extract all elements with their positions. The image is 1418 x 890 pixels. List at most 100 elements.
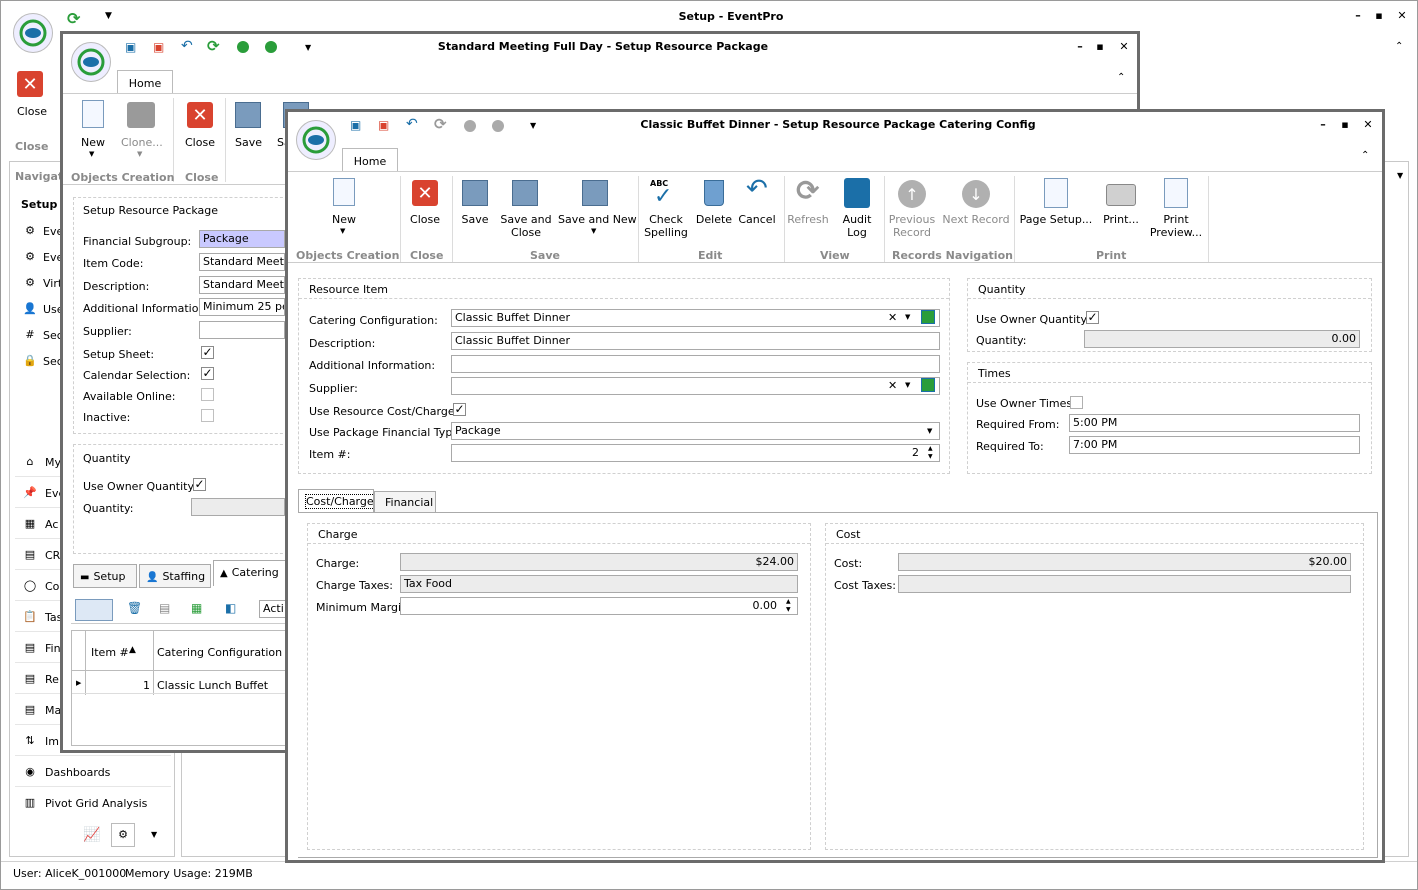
print-preview-icon[interactable]: [1164, 178, 1188, 208]
save-new-label[interactable]: Save and New: [558, 213, 637, 226]
grid-col-config[interactable]: Catering Configuration: [157, 646, 282, 659]
print-preview-label-2[interactable]: Preview...: [1148, 226, 1204, 239]
lookup-icon[interactable]: [921, 378, 935, 392]
audit-log-icon[interactable]: [844, 178, 870, 208]
supplier-field[interactable]: [199, 321, 285, 339]
quick-access-dropdown-icon[interactable]: ▼: [530, 121, 536, 130]
chart-icon[interactable]: 📈: [83, 827, 100, 843]
save-close-label-1[interactable]: Save and: [498, 213, 554, 226]
stepper-down-icon[interactable]: ▼: [928, 453, 933, 460]
app-logo-icon[interactable]: [13, 13, 53, 53]
minimize-button[interactable]: –: [1073, 40, 1087, 53]
use-owner-quantity-checkbox[interactable]: ✓: [1086, 311, 1099, 324]
refresh-icon[interactable]: ⟳: [207, 37, 220, 55]
use-owner-quantity-checkbox[interactable]: ✓: [193, 478, 206, 491]
close-window-button[interactable]: ✕: [1361, 118, 1375, 131]
maximize-button[interactable]: ▪: [1093, 40, 1107, 53]
tab-catering[interactable]: ▲ Catering: [213, 560, 287, 586]
print-button-label[interactable]: Print...: [1096, 213, 1146, 226]
nav-options-dropdown-icon[interactable]: ▼: [151, 830, 157, 839]
sidebar-item-label[interactable]: Fin: [45, 642, 61, 655]
new-dropdown-icon[interactable]: ▼: [89, 150, 94, 158]
new-button-label[interactable]: New: [81, 136, 105, 149]
quick-access-dropdown-icon[interactable]: ▼: [105, 11, 112, 21]
clear-icon[interactable]: ✕: [888, 311, 897, 324]
new-icon[interactable]: [82, 100, 104, 128]
cancel-button-label[interactable]: Cancel: [736, 213, 778, 226]
undo-icon[interactable]: ↶: [181, 38, 193, 54]
new-dropdown-icon[interactable]: ▼: [340, 227, 345, 235]
sidebar-item-label[interactable]: CR: [45, 549, 60, 562]
tab-cost-charge[interactable]: Cost/Charge: [298, 489, 375, 513]
tab-home[interactable]: Home: [117, 70, 173, 94]
save-close-icon[interactable]: ▣: [153, 40, 164, 54]
close-icon[interactable]: ✕: [17, 71, 43, 97]
financial-subgroup-field[interactable]: Package: [199, 230, 285, 248]
chevron-down-icon[interactable]: ▼: [927, 427, 932, 435]
minimize-button[interactable]: –: [1316, 118, 1330, 131]
supplier-field[interactable]: [451, 377, 940, 395]
details-icon[interactable]: ◧: [225, 601, 236, 615]
sidebar-item-label[interactable]: Ac: [45, 518, 58, 531]
sidebar-item-label[interactable]: Co: [45, 580, 59, 593]
use-resource-cost-checkbox[interactable]: ✓: [453, 403, 466, 416]
setup-sheet-checkbox[interactable]: ✓: [201, 346, 214, 359]
required-to-field[interactable]: 7:00 PM: [1069, 436, 1360, 454]
minimum-margin-stepper[interactable]: 0.00: [400, 597, 798, 615]
description-field[interactable]: Standard Meeting: [199, 276, 285, 294]
save-new-icon[interactable]: [582, 180, 608, 206]
check-spelling-label-1[interactable]: Check: [642, 213, 690, 226]
dropdown-arrow-icon[interactable]: ▼: [905, 381, 910, 389]
save-close-label-2[interactable]: Close: [498, 226, 554, 239]
close-button-label[interactable]: Close: [185, 136, 215, 149]
audit-log-label-2[interactable]: Log: [836, 226, 878, 239]
save-button-label[interactable]: Save: [235, 136, 262, 149]
close-icon[interactable]: ✕: [412, 180, 438, 206]
minimize-button[interactable]: –: [1351, 9, 1365, 22]
close-icon[interactable]: ✕: [187, 102, 213, 128]
dropdown-arrow-icon[interactable]: ▼: [905, 313, 910, 321]
save-new-dropdown-icon[interactable]: ▼: [591, 227, 596, 235]
required-from-field[interactable]: 5:00 PM: [1069, 414, 1360, 432]
use-owner-times-checkbox[interactable]: [1070, 396, 1083, 409]
sidebar-item-label[interactable]: Dashboards: [45, 766, 110, 779]
delete-icon[interactable]: [704, 180, 724, 206]
maximize-button[interactable]: ▪: [1338, 118, 1352, 131]
additional-info-field[interactable]: Minimum 25 peop: [199, 298, 285, 316]
cost-taxes-field[interactable]: [898, 575, 1351, 593]
print-preview-label-1[interactable]: Print: [1148, 213, 1204, 226]
save-icon[interactable]: ▣: [350, 118, 361, 132]
calendar-selection-checkbox[interactable]: ✓: [201, 367, 214, 380]
undo-icon[interactable]: ↶: [406, 116, 418, 132]
grid-col-item[interactable]: Item #: [91, 646, 129, 659]
copy-icon[interactable]: ▤: [159, 601, 170, 615]
audit-log-label-1[interactable]: Audit: [836, 213, 878, 226]
tab-staffing[interactable]: 👤 Staffing: [139, 564, 211, 588]
save-close-icon[interactable]: [512, 180, 538, 206]
save-icon[interactable]: ▣: [125, 40, 136, 54]
layout-icon[interactable]: ▦: [191, 601, 202, 615]
check-spelling-label-2[interactable]: Spelling: [642, 226, 690, 239]
print-icon[interactable]: [1106, 184, 1136, 206]
cost-field[interactable]: $20.00: [898, 553, 1351, 571]
save-icon[interactable]: [462, 180, 488, 206]
stepper-up-icon[interactable]: ▲: [928, 445, 933, 452]
save-icon[interactable]: [235, 102, 261, 128]
settings-icon[interactable]: ⚙: [111, 823, 135, 847]
item-code-field[interactable]: Standard Meeting: [199, 253, 285, 271]
previous-icon[interactable]: [237, 41, 249, 53]
quick-access-dropdown-icon[interactable]: ▼: [305, 43, 311, 52]
page-setup-icon[interactable]: [1044, 178, 1068, 208]
new-button-label[interactable]: New: [328, 213, 360, 226]
close-button-label[interactable]: Close: [17, 105, 47, 118]
sidebar-item-label[interactable]: Ma: [45, 704, 61, 717]
app-logo-icon[interactable]: [296, 120, 336, 160]
close-window-button[interactable]: ✕: [1395, 9, 1409, 22]
catering-config-field[interactable]: Classic Buffet Dinner: [451, 309, 940, 327]
delete-row-icon[interactable]: 🗑: [127, 601, 142, 615]
inactive-checkbox[interactable]: [201, 409, 214, 422]
charge-field[interactable]: $24.00: [400, 553, 798, 571]
maximize-button[interactable]: ▪: [1372, 9, 1386, 22]
lookup-icon[interactable]: [921, 310, 935, 324]
sidebar-item-label[interactable]: Re: [45, 673, 59, 686]
